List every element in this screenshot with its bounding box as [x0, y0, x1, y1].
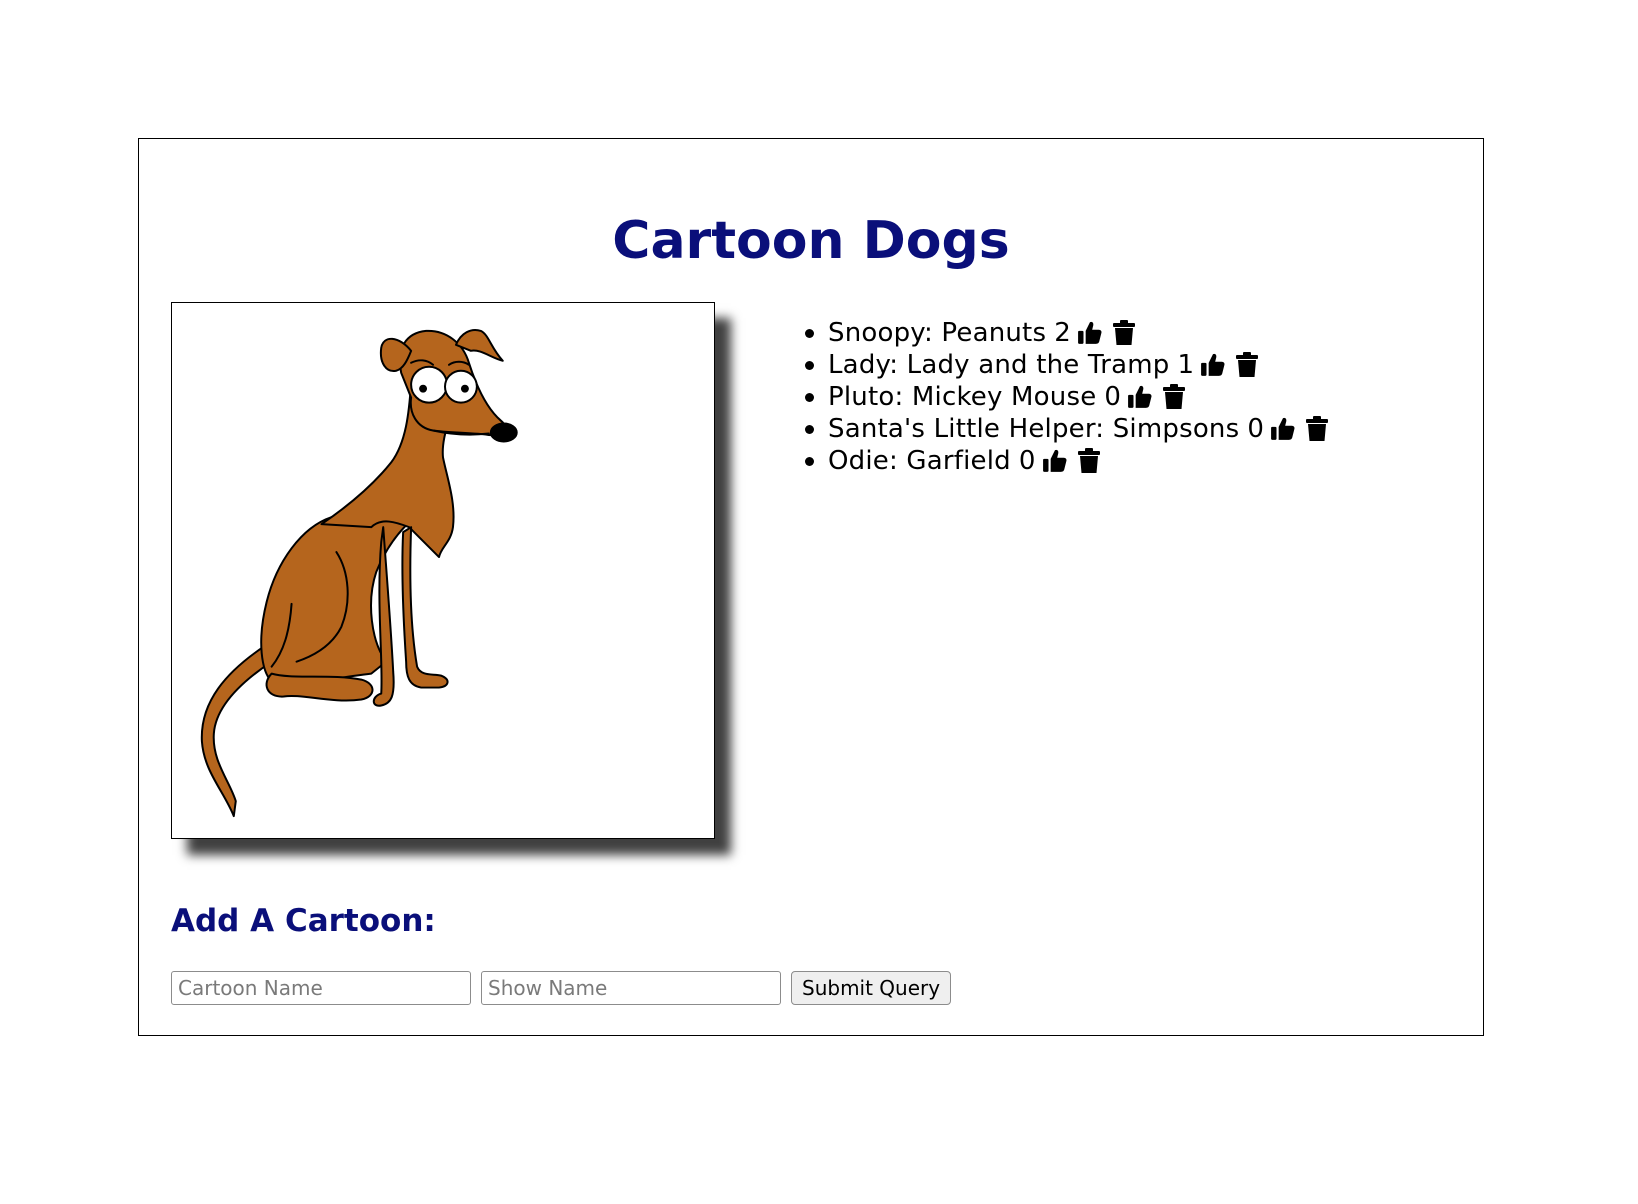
trash-icon[interactable] [1159, 382, 1189, 412]
submit-button[interactable]: Submit Query [791, 971, 952, 1005]
dog-image [171, 302, 715, 839]
bullet [805, 424, 814, 434]
page-title: Cartoon Dogs [612, 211, 1010, 271]
trash-icon[interactable] [1074, 446, 1104, 476]
bullet [805, 392, 814, 402]
list-item: Lady: Lady and the Tramp 1 [803, 349, 1332, 381]
dog-label: Pluto: Mickey Mouse [828, 382, 1097, 412]
dog-label: Snoopy: Peanuts [828, 318, 1047, 348]
list-item: Odie: Garfield 0 [803, 445, 1332, 477]
trash-icon[interactable] [1302, 414, 1332, 444]
thumbs-up-icon[interactable] [1198, 350, 1228, 380]
vote-count: 1 [1177, 350, 1195, 380]
dog-label: Santa's Little Helper: Simpsons [828, 414, 1240, 444]
vote-count: 0 [1104, 382, 1122, 412]
thumbs-up-icon[interactable] [1075, 318, 1105, 348]
list-item: Pluto: Mickey Mouse 0 [803, 381, 1332, 413]
list-item: Snoopy: Peanuts 2 [803, 317, 1332, 349]
trash-icon[interactable] [1109, 318, 1139, 348]
trash-icon[interactable] [1232, 350, 1262, 380]
dog-list: Snoopy: Peanuts 2 Lady: Lady and the Tra… [803, 317, 1332, 477]
thumbs-up-icon[interactable] [1268, 414, 1298, 444]
bullet [805, 456, 814, 466]
vote-count: 0 [1247, 414, 1265, 444]
add-cartoon-heading: Add A Cartoon: [171, 903, 436, 939]
show-name-input[interactable] [481, 971, 781, 1005]
vote-count: 0 [1018, 446, 1036, 476]
dog-label: Lady: Lady and the Tramp [828, 350, 1170, 380]
add-cartoon-form: Submit Query [171, 971, 952, 1005]
bullet [805, 360, 814, 370]
list-item: Santa's Little Helper: Simpsons 0 [803, 413, 1332, 445]
dog-label: Odie: Garfield [828, 446, 1011, 476]
vote-count: 2 [1054, 318, 1071, 348]
thumbs-up-icon[interactable] [1125, 382, 1155, 412]
cartoon-name-input[interactable] [171, 971, 471, 1005]
bullet [805, 328, 814, 338]
main-card: Cartoon Dogs Snoopy: Peanuts 2 Lady: Lad… [138, 138, 1484, 1036]
thumbs-up-icon[interactable] [1040, 446, 1070, 476]
dog-illustration [200, 329, 518, 818]
